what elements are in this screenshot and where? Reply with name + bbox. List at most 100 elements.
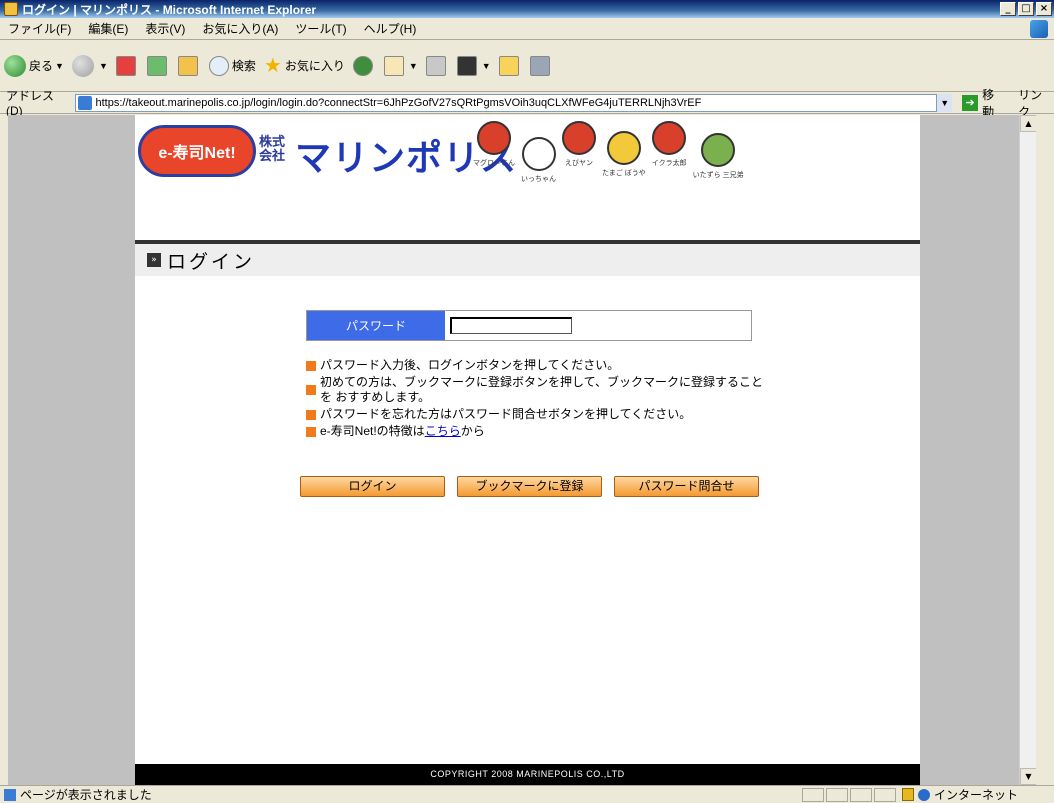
chevron-down-icon[interactable]: ▼ [99, 61, 108, 71]
toolbar: 戻る ▼ ▼ 検索 ★ お気に入り ▼ ▼ [0, 40, 1054, 92]
instructions-list: パスワード入力後、ログインボタンを押してください。 初めての方は、ブックマークに… [306, 358, 766, 441]
search-label: 検索 [231, 59, 256, 73]
mascot-characters: マグロ〜さん いっちゃん えびヤン たまご ぼうや イクラ太郎 いたずら 三兄弟 [473, 121, 744, 184]
ie-page-icon [4, 2, 18, 16]
address-bar: アドレス(D) https://takeout.marinepolis.co.j… [0, 88, 1054, 119]
password-input[interactable] [450, 317, 572, 334]
menu-bar: ファイル(F) 編集(E) 表示(V) お気に入り(A) ツール(T) ヘルプ(… [0, 18, 1054, 40]
go-arrow-icon: ➔ [962, 94, 979, 111]
status-segment [850, 787, 872, 802]
edit-button[interactable]: ▼ [456, 55, 491, 76]
status-bar: ページが表示されました インターネット [0, 785, 1054, 803]
web-page: e-寿司Net! 株式会社 マリンポリス マグロ〜さん いっちゃん えびヤン [135, 115, 920, 785]
status-text: ページが表示されました [20, 788, 152, 802]
history-icon [352, 55, 373, 76]
menu-favorites[interactable]: お気に入り(A) [202, 20, 278, 37]
list-item: パスワードを忘れた方はパスワード問合せボタンを押してください。 [306, 407, 766, 422]
back-label: 戻る [29, 59, 54, 73]
scroll-down-icon[interactable]: ▼ [1020, 768, 1036, 785]
mascot-face-icon [521, 137, 556, 171]
menu-view[interactable]: 表示(V) [145, 20, 185, 37]
refresh-button[interactable] [146, 55, 170, 76]
menu-file[interactable]: ファイル(F) [8, 20, 71, 37]
mascot-icchan: いっちゃん [521, 137, 556, 184]
window-controls: _ □ × [1000, 2, 1052, 16]
address-dropdown-icon[interactable]: ▼ [936, 93, 953, 112]
folder-icon [498, 55, 519, 76]
edit-icon [456, 55, 477, 76]
scroll-up-icon[interactable]: ▲ [1020, 115, 1036, 132]
chevron-down-icon[interactable]: ▼ [409, 61, 418, 71]
login-button[interactable]: ログイン [300, 476, 445, 497]
note-text: 初めての方は、ブックマークに登録ボタンを押して、ブックマークに登録することを お… [320, 375, 764, 404]
lock-icon[interactable] [902, 788, 914, 801]
menu-edit[interactable]: 編集(E) [88, 20, 128, 37]
stop-button[interactable] [115, 55, 139, 76]
globe-icon [918, 788, 930, 801]
mascot-face-icon [562, 121, 596, 155]
stop-icon [115, 55, 136, 76]
mascot-itazura: いたずら 三兄弟 [693, 133, 744, 184]
research-icon [529, 55, 550, 76]
back-button[interactable]: 戻る ▼ [4, 54, 64, 77]
security-zone: インターネット [934, 788, 1019, 802]
company-type: 株式 会社 [259, 134, 286, 163]
page-header: e-寿司Net! 株式会社 マリンポリス マグロ〜さん いっちゃん えびヤン [135, 115, 920, 240]
mascot-label: イクラ太郎 [651, 160, 687, 167]
square-bullet-icon [306, 427, 316, 437]
mail-button[interactable]: ▼ [383, 55, 418, 76]
mascot-label: いっちゃん [521, 176, 556, 183]
star-icon: ★ [263, 55, 282, 77]
print-button[interactable] [425, 55, 449, 76]
password-input-cell [445, 311, 751, 340]
status-segment [826, 787, 848, 802]
e-sushi-net-logo[interactable]: e-寿司Net! [138, 125, 256, 177]
address-label: アドレス(D) [6, 89, 55, 118]
windows-logo-icon [1030, 20, 1048, 38]
mascot-face-icon [606, 131, 641, 165]
menu-help[interactable]: ヘルプ(H) [364, 20, 417, 37]
chevron-down-icon[interactable]: ▼ [55, 61, 64, 71]
address-input[interactable]: https://takeout.marinepolis.co.jp/login/… [74, 93, 953, 112]
mascot-maguro: マグロ〜さん [473, 121, 515, 184]
double-chevron-icon: » [147, 253, 161, 267]
mascot-face-icon [652, 121, 687, 155]
forward-button[interactable]: ▼ [71, 54, 108, 77]
square-bullet-icon [306, 361, 316, 371]
square-bullet-icon [306, 410, 316, 420]
search-button[interactable]: 検索 [208, 55, 256, 76]
minimize-button[interactable]: _ [1000, 2, 1016, 16]
maximize-button[interactable]: □ [1018, 2, 1034, 16]
password-label: パスワード [307, 311, 445, 340]
print-icon [425, 55, 446, 76]
close-button[interactable]: × [1036, 2, 1052, 16]
home-button[interactable] [177, 55, 201, 76]
menu-tools[interactable]: ツール(T) [295, 20, 346, 37]
note-link-suffix: から [460, 424, 485, 438]
forward-arrow-icon [71, 54, 94, 77]
list-item: 初めての方は、ブックマークに登録ボタンを押して、ブックマークに登録することを お… [306, 375, 766, 405]
features-link[interactable]: こちら [425, 424, 461, 438]
chevron-down-icon[interactable]: ▼ [482, 61, 491, 71]
page-done-icon [4, 788, 16, 801]
square-bullet-icon [306, 385, 316, 395]
action-buttons: ログイン ブックマークに登録 パスワード問合せ [300, 476, 759, 497]
research-button[interactable] [529, 55, 553, 76]
vertical-scrollbar[interactable]: ▲ ▼ [1019, 115, 1036, 785]
copyright-footer: COPYRIGHT 2008 MARINEPOLIS CO.,LTD [135, 764, 920, 785]
mascot-label: えびヤン [565, 160, 593, 167]
note-link-prefix: e-寿司Net!の特徴は [320, 424, 425, 438]
back-arrow-icon [4, 54, 26, 77]
favorites-button[interactable]: ★ お気に入り [264, 53, 345, 78]
note-text: パスワードを忘れた方はパスワード問合せボタンを押してください。 [320, 407, 692, 421]
history-button[interactable] [352, 55, 376, 76]
note-text: パスワード入力後、ログインボタンを押してください。 [320, 358, 620, 372]
bookmark-button[interactable]: ブックマークに登録 [457, 476, 602, 497]
mascot-face-icon [701, 133, 736, 167]
mascot-label: いたずら 三兄弟 [692, 172, 744, 179]
address-url: https://takeout.marinepolis.co.jp/login/… [95, 96, 702, 109]
password-inquiry-button[interactable]: パスワード問合せ [614, 476, 759, 497]
folder-button[interactable] [498, 55, 522, 76]
refresh-icon [146, 55, 167, 76]
note-text: e-寿司Net!の特徴はこちらから [320, 424, 485, 439]
